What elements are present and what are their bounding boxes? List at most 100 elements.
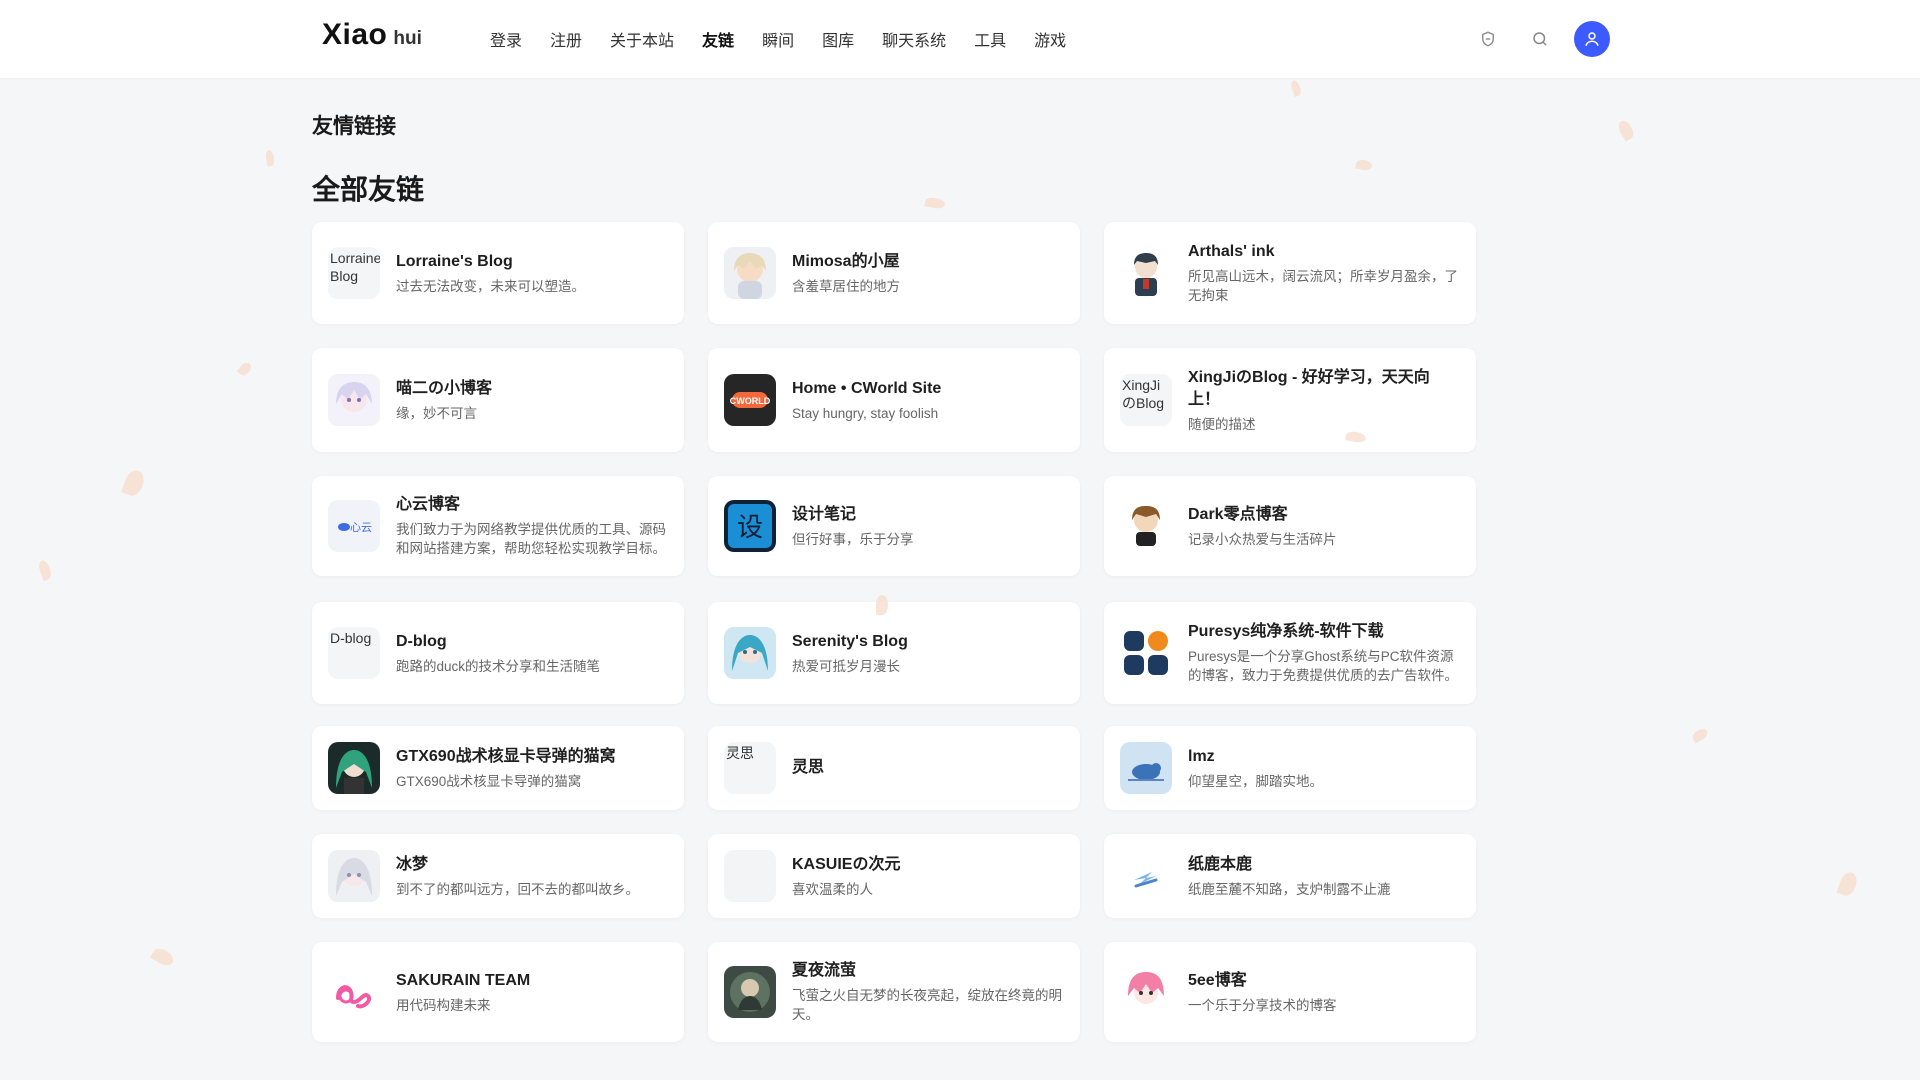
site-avatar: Lorraine's Blog (328, 247, 380, 299)
card-content: GTX690战术核显卡导弹的猫窝 GTX690战术核显卡导弹的猫窝 (328, 726, 668, 810)
nav-item[interactable]: 瞬间 (762, 27, 794, 51)
friend-link-card[interactable]: KASUIEの次元 喜欢温柔的人 (708, 834, 1080, 918)
site-logo[interactable]: Xiao hui (322, 18, 422, 58)
card-content: KASUIEの次元 喜欢温柔的人 (724, 834, 1064, 918)
site-avatar: 设 (724, 500, 776, 552)
friend-link-card[interactable]: 心云 心云博客 我们致力于为网络教学提供优质的工具、源码和网站搭建方案，帮助您轻松实… (312, 476, 684, 576)
card-text: lmz 仰望星空，脚踏实地。 (1188, 746, 1460, 791)
site-avatar (1120, 247, 1172, 299)
card-content: Serenity's Blog 热爱可抵岁月漫长 (724, 602, 1064, 704)
friend-link-card[interactable]: Dark零点博客记录小众热爱与生活碎片 (1104, 476, 1476, 576)
card-text: Puresys纯净系统-软件下载 Puresys是一个分享Ghost系统与PC软件… (1188, 621, 1460, 685)
site-name: 夏夜流萤 (792, 962, 857, 979)
site-name: Home • CWorld Site (792, 379, 942, 397)
site-name: 灵思 (792, 759, 825, 776)
nav-item[interactable]: 游戏 (1034, 27, 1066, 51)
nav-item[interactable]: 关于本站 (610, 27, 674, 51)
site-name: XingJiのBlog - 好好学习，天天向上！ (1188, 368, 1430, 408)
friend-link-card[interactable]: SAKURAIN TEAM 用代码构建未来 (312, 942, 684, 1042)
card-text: XingJiのBlog - 好好学习，天天向上！ 随便的描述 (1188, 367, 1460, 434)
site-avatar (724, 247, 776, 299)
theme-toggle-button[interactable] (1470, 21, 1506, 57)
site-description: 记录小众热爱与生活碎片 (1188, 531, 1337, 547)
site-avatar (1120, 742, 1172, 794)
petal-decoration (36, 558, 54, 582)
card-content: 夏夜流萤 飞萤之火自无梦的长夜亮起，绽放在终竟的明天。 (724, 942, 1064, 1042)
friend-link-card[interactable]: 灵思 灵思 (708, 726, 1080, 810)
friend-link-card[interactable]: 夏夜流萤 飞萤之火自无梦的长夜亮起，绽放在终竟的明天。 (708, 942, 1080, 1042)
card-content: 设设计笔记 但行好事，乐于分享 (724, 476, 1064, 576)
card-text: Serenity's Blog 热爱可抵岁月漫长 (792, 631, 1064, 676)
card-content: Arthals' ink 所见高山远木，阔云流风；所幸岁月盈余，了无拘束 (1120, 222, 1460, 324)
card-content: XingJiのBlog XingJiのBlog - 好好学习，天天向上！ 随便的描述 (1120, 348, 1460, 452)
user-menu-button[interactable] (1574, 21, 1610, 57)
card-content: 心云 心云博客 我们致力于为网络教学提供优质的工具、源码和网站搭建方案，帮助您轻松实… (328, 476, 668, 576)
nav-item[interactable]: 友链 (702, 27, 734, 51)
friend-link-card[interactable]: Lorraine's Blog Lorraine's Blog 过去无法改变，未来可… (312, 222, 684, 324)
site-description: 我们致力于为网络教学提供优质的工具、源码和网站搭建方案，帮助您轻松实现教学目标。 (396, 522, 666, 556)
site-name: Dark零点博客 (1188, 505, 1288, 523)
site-avatar (1120, 850, 1172, 902)
friend-link-card[interactable]: CWORLD Home • CWorld Site Stay hungry, sta… (708, 348, 1080, 452)
petal-decoration (1690, 726, 1710, 744)
petal-decoration (236, 360, 254, 378)
site-description: Stay hungry, stay foolish (792, 405, 939, 421)
site-description: 随便的描述 (1188, 416, 1256, 432)
site-name: 纸鹿本鹿 (1188, 855, 1253, 873)
nav-item[interactable]: 注册 (550, 27, 582, 51)
card-content: 喵二の小博客 缘，妙不可言 (328, 348, 668, 452)
page-title: 友情链接 (312, 115, 396, 138)
friend-link-card[interactable]: 冰梦 到不了的都叫远方，回不去的都叫故乡。 (312, 834, 684, 918)
friend-link-card[interactable]: Mimosa的小屋 含羞草居住的地方 (708, 222, 1080, 324)
card-text: 设计笔记 但行好事，乐于分享 (792, 504, 1064, 549)
site-name: KASUIEの次元 (792, 855, 901, 873)
card-content: D-blog D-blog 跑路的duck的技术分享和生活随笔 (328, 602, 668, 704)
site-description: 到不了的都叫远方，回不去的都叫故乡。 (396, 881, 639, 897)
shield-icon (1482, 31, 1494, 47)
site-name: lmz (1188, 747, 1215, 765)
card-text: Home • CWorld Site Stay hungry, stay fool… (792, 378, 1064, 423)
petal-decoration (264, 149, 276, 167)
nav-item[interactable]: 登录 (490, 27, 522, 51)
card-text: 5ee博客 一个乐于分享技术的博客 (1188, 970, 1460, 1015)
site-avatar: XingJiのBlog (1120, 374, 1172, 426)
card-content: Puresys纯净系统-软件下载 Puresys是一个分享Ghost系统与PC软件… (1120, 602, 1460, 704)
friend-link-card[interactable]: D-blog D-blog 跑路的duck的技术分享和生活随笔 (312, 602, 684, 704)
friend-link-card[interactable]: Serenity's Blog 热爱可抵岁月漫长 (708, 602, 1080, 704)
card-content: Dark零点博客记录小众热爱与生活碎片 (1120, 476, 1460, 576)
site-avatar (1120, 500, 1172, 552)
site-name: Serenity's Blog (792, 632, 908, 650)
nav-item[interactable]: 聊天系统 (882, 27, 946, 51)
card-content: lmz 仰望星空，脚踏实地。 (1120, 726, 1460, 810)
friend-link-card[interactable]: GTX690战术核显卡导弹的猫窝 GTX690战术核显卡导弹的猫窝 (312, 726, 684, 810)
friend-link-card[interactable]: 设设计笔记 但行好事，乐于分享 (708, 476, 1080, 576)
card-content: 纸鹿本鹿纸鹿至麓不知路，支炉制露不止漉 (1120, 834, 1460, 918)
friend-link-card[interactable]: 5ee博客 一个乐于分享技术的博客 (1104, 942, 1476, 1042)
card-text: 夏夜流萤 飞萤之火自无梦的长夜亮起，绽放在终竟的明天。 (792, 960, 1064, 1024)
nav-item[interactable]: 工具 (974, 27, 1006, 51)
card-text: Dark零点博客记录小众热爱与生活碎片 (1188, 504, 1460, 549)
friend-link-card[interactable]: XingJiのBlog XingJiのBlog - 好好学习，天天向上！ 随便的描述 (1104, 348, 1476, 452)
site-name: 设计笔记 (792, 505, 857, 523)
friend-link-card[interactable]: Puresys纯净系统-软件下载 Puresys是一个分享Ghost系统与PC软件… (1104, 602, 1476, 704)
friend-link-card[interactable]: Arthals' ink 所见高山远木，阔云流风；所幸岁月盈余，了无拘束 (1104, 222, 1476, 324)
site-avatar (328, 742, 380, 794)
friend-link-card[interactable]: 喵二の小博客 缘，妙不可言 (312, 348, 684, 452)
card-text: 心云博客 我们致力于为网络教学提供优质的工具、源码和网站搭建方案，帮助您轻松实现教… (396, 494, 668, 558)
card-text: 喵二の小博客 缘，妙不可言 (396, 378, 668, 423)
site-description: 含羞草居住的地方 (792, 278, 900, 294)
user-icon (1585, 32, 1599, 46)
search-button[interactable] (1522, 21, 1558, 57)
site-avatar: 灵思 (724, 742, 776, 794)
site-name: Puresys纯净系统-软件下载 (1188, 623, 1384, 640)
petal-decoration (149, 945, 177, 969)
petal-decoration (1355, 158, 1373, 172)
site-description: 纸鹿至麓不知路，支炉制露不止漉 (1188, 881, 1391, 897)
friend-link-card[interactable]: 纸鹿本鹿纸鹿至麓不知路，支炉制露不止漉 (1104, 834, 1476, 918)
card-text: 纸鹿本鹿纸鹿至麓不知路，支炉制露不止漉 (1188, 854, 1460, 899)
site-name: SAKURAIN TEAM (396, 971, 531, 989)
card-content: 灵思 灵思 (724, 726, 1064, 810)
friend-link-card[interactable]: lmz 仰望星空，脚踏实地。 (1104, 726, 1476, 810)
site-name: Lorraine's Blog (396, 252, 513, 270)
nav-item[interactable]: 图库 (822, 27, 854, 51)
